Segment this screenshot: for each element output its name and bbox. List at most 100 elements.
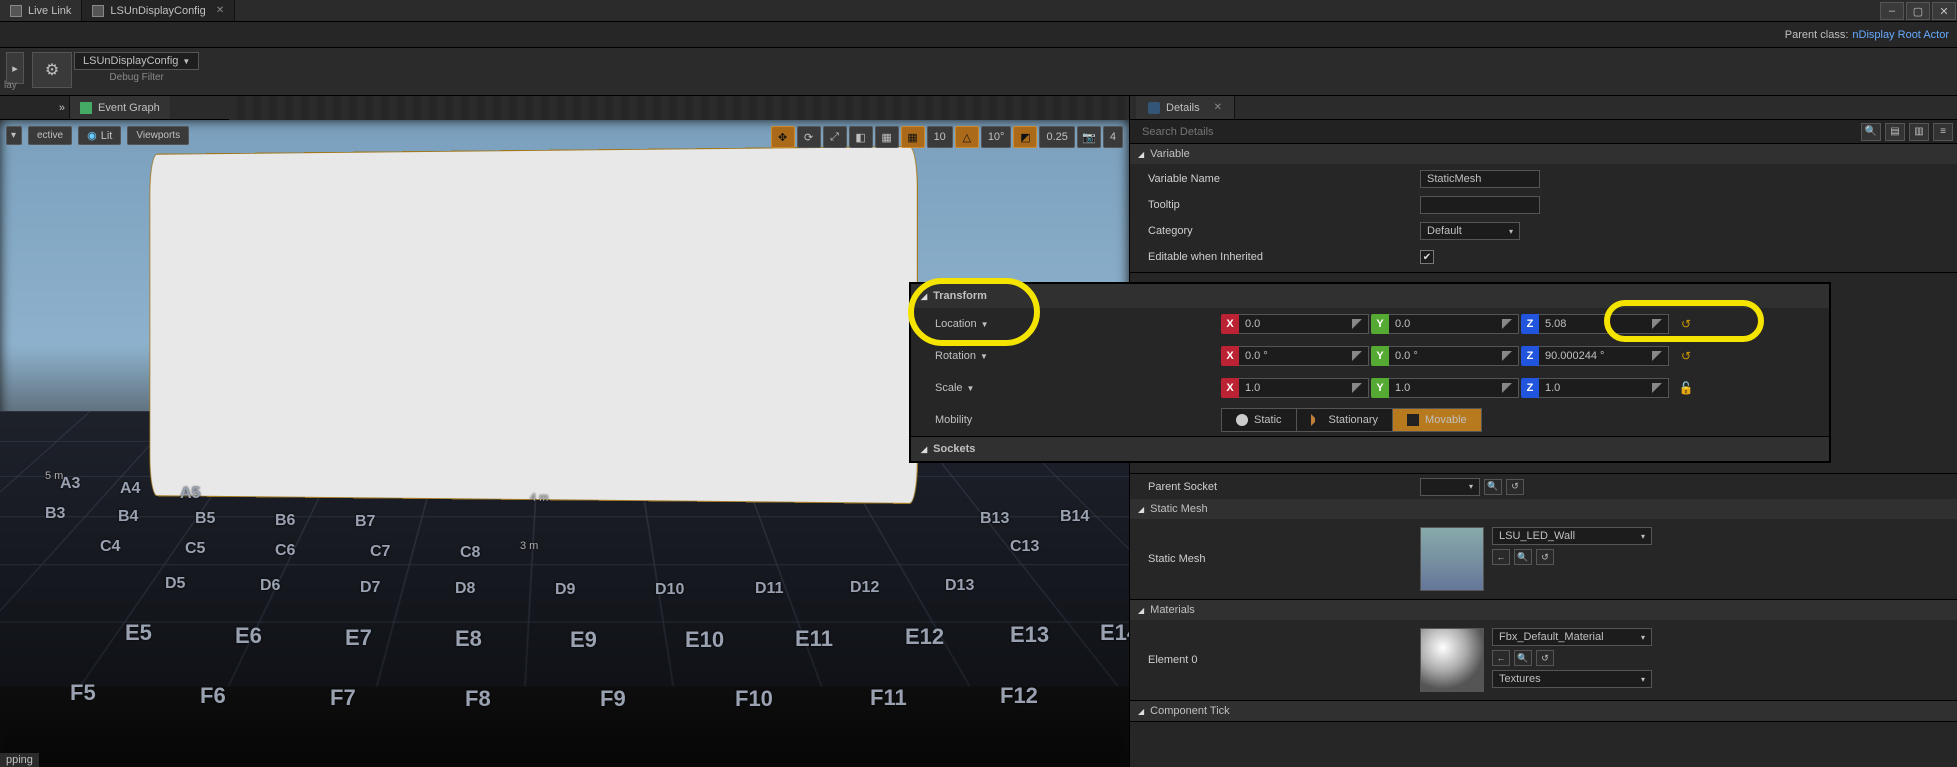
use-selected-icon[interactable]: ← <box>1492 650 1510 666</box>
rotation-y-input[interactable]: 0.0 ° <box>1389 346 1519 366</box>
reset-to-default-icon[interactable]: ↺ <box>1677 347 1695 365</box>
translate-gizmo-button[interactable]: ✥ <box>771 126 795 148</box>
grid-cell-label: C8 <box>460 544 480 562</box>
close-icon[interactable]: ✕ <box>216 5 224 16</box>
static-mesh-asset-dropdown[interactable]: LSU_LED_Wall <box>1492 527 1652 545</box>
search-details-input[interactable] <box>1134 122 1857 142</box>
section-materials-header[interactable]: Materials <box>1130 600 1957 620</box>
spinner-icon[interactable] <box>1352 351 1362 361</box>
rotation-x-input[interactable]: 0.0 ° <box>1239 346 1369 366</box>
grid-cell-label: D6 <box>260 577 280 595</box>
led-wall-mesh[interactable] <box>149 146 918 504</box>
textures-dropdown[interactable]: Textures <box>1492 670 1652 688</box>
camera-speed-value[interactable]: 4 <box>1103 126 1123 148</box>
location-label[interactable]: Location ▼ <box>911 318 1221 330</box>
tooltip-label: Tooltip <box>1130 199 1420 211</box>
parent-class-link[interactable]: nDisplay Root Actor <box>1852 29 1949 41</box>
tab-details[interactable]: Details ✕ <box>1136 96 1235 119</box>
viewports-dropdown[interactable]: Viewports <box>127 126 189 145</box>
section-component-tick-header[interactable]: Component Tick <box>1130 701 1957 721</box>
scale-snap-toggle[interactable]: ◩ <box>1013 126 1037 148</box>
browse-icon[interactable]: 🔍 <box>1514 549 1532 565</box>
mobility-movable-button[interactable]: Movable <box>1393 408 1482 432</box>
scale-snap-value[interactable]: 0.25 <box>1039 126 1074 148</box>
rotation-z-input[interactable]: 90.000244 ° <box>1539 346 1669 366</box>
spinner-icon[interactable] <box>1502 319 1512 329</box>
window-minimize-button[interactable]: – <box>1880 2 1904 20</box>
reset-icon[interactable]: ↺ <box>1536 549 1554 565</box>
location-y-input[interactable]: 0.0 <box>1389 314 1519 334</box>
spinner-icon[interactable] <box>1652 351 1662 361</box>
close-icon[interactable]: ✕ <box>1214 102 1222 113</box>
grid-cell-label: E10 <box>685 627 724 653</box>
grid-snap-toggle[interactable]: ▦ <box>901 126 925 148</box>
section-variable-header[interactable]: Variable <box>1130 144 1957 164</box>
compile-button[interactable]: ⚙ <box>32 52 72 88</box>
mobility-stationary-button[interactable]: Stationary <box>1297 408 1394 432</box>
tab-live-link[interactable]: Live Link <box>0 0 82 21</box>
debug-object-dropdown[interactable]: LSUnDisplayConfig ▼ <box>74 52 199 70</box>
grid-cell-label: E6 <box>235 623 262 649</box>
graph-tabs-lead[interactable]: » <box>0 96 70 119</box>
scale-gizmo-button[interactable]: ⤢ <box>823 126 847 148</box>
editable-when-inherited-checkbox[interactable] <box>1420 250 1434 264</box>
search-icon[interactable]: 🔍 <box>1861 123 1881 141</box>
section-transform-header[interactable]: Transform <box>911 284 1829 308</box>
coordinate-space-button[interactable]: ◧ <box>849 126 873 148</box>
static-mesh-thumbnail[interactable] <box>1420 527 1484 591</box>
window-maximize-button[interactable]: ▢ <box>1906 2 1930 20</box>
viewport-options-button[interactable]: ▾ <box>6 126 22 145</box>
button-label: Stationary <box>1329 414 1379 426</box>
settings-button[interactable]: ≡ <box>1933 123 1953 141</box>
camera-speed-button[interactable]: 📷 <box>1077 126 1101 148</box>
lit-mode-dropdown[interactable]: ◉Lit <box>78 126 121 145</box>
tab-config[interactable]: LSUnDisplayConfig ✕ <box>82 0 235 21</box>
reset-icon[interactable]: ↺ <box>1536 650 1554 666</box>
spinner-icon[interactable] <box>1352 319 1362 329</box>
scale-z-input[interactable]: 1.0 <box>1539 378 1669 398</box>
input-value: 0.0 ° <box>1395 350 1418 362</box>
lock-scale-icon[interactable]: 🔓 <box>1677 379 1695 397</box>
location-x-input[interactable]: 0.0 <box>1239 314 1369 334</box>
variable-name-field[interactable]: StaticMesh <box>1420 170 1540 188</box>
reset-to-default-icon[interactable]: ↺ <box>1677 315 1695 333</box>
view-options-button[interactable]: ▤ <box>1885 123 1905 141</box>
location-z-input[interactable]: 5.08 <box>1539 314 1669 334</box>
angle-snap-toggle[interactable]: △ <box>955 126 979 148</box>
mobility-static-button[interactable]: Static <box>1221 408 1297 432</box>
tooltip-field[interactable] <box>1420 196 1540 214</box>
section-title: Variable <box>1150 148 1190 160</box>
grid-snap-value[interactable]: 10 <box>927 126 953 148</box>
spinner-icon[interactable] <box>1352 383 1362 393</box>
scale-y-input[interactable]: 1.0 <box>1389 378 1519 398</box>
spinner-icon[interactable] <box>1502 383 1512 393</box>
window-close-button[interactable]: ✕ <box>1932 2 1956 20</box>
spinner-icon[interactable] <box>1652 383 1662 393</box>
section-title: Transform <box>933 290 987 302</box>
grid-cell-label: E5 <box>125 620 152 646</box>
scale-label[interactable]: Scale ▼ <box>911 382 1221 394</box>
filter-button[interactable]: ▥ <box>1909 123 1929 141</box>
surface-snap-button[interactable]: ▦ <box>875 126 899 148</box>
reset-icon[interactable]: ↺ <box>1506 479 1524 495</box>
grid-cell-label: A4 <box>120 480 140 498</box>
search-icon[interactable]: 🔍 <box>1484 479 1502 495</box>
grid-cell-label: F5 <box>70 680 96 706</box>
material-asset-dropdown[interactable]: Fbx_Default_Material <box>1492 628 1652 646</box>
parent-socket-dropdown[interactable] <box>1420 478 1480 496</box>
use-selected-icon[interactable]: ← <box>1492 549 1510 565</box>
scale-x-input[interactable]: 1.0 <box>1239 378 1369 398</box>
material-thumbnail[interactable] <box>1420 628 1484 692</box>
category-dropdown[interactable]: Default <box>1420 222 1520 240</box>
rotation-label[interactable]: Rotation ▼ <box>911 350 1221 362</box>
angle-snap-value[interactable]: 10° <box>981 126 1012 148</box>
browse-icon[interactable]: 🔍 <box>1514 650 1532 666</box>
section-sockets-header[interactable]: Sockets <box>911 436 1829 461</box>
section-static-mesh-header[interactable]: Static Mesh <box>1130 499 1957 519</box>
rotate-gizmo-button[interactable]: ⟳ <box>797 126 821 148</box>
grid-cell-label: B4 <box>118 508 138 526</box>
tab-event-graph[interactable]: Event Graph <box>70 96 170 119</box>
spinner-icon[interactable] <box>1652 319 1662 329</box>
spinner-icon[interactable] <box>1502 351 1512 361</box>
view-mode-dropdown[interactable]: ective <box>28 126 72 145</box>
